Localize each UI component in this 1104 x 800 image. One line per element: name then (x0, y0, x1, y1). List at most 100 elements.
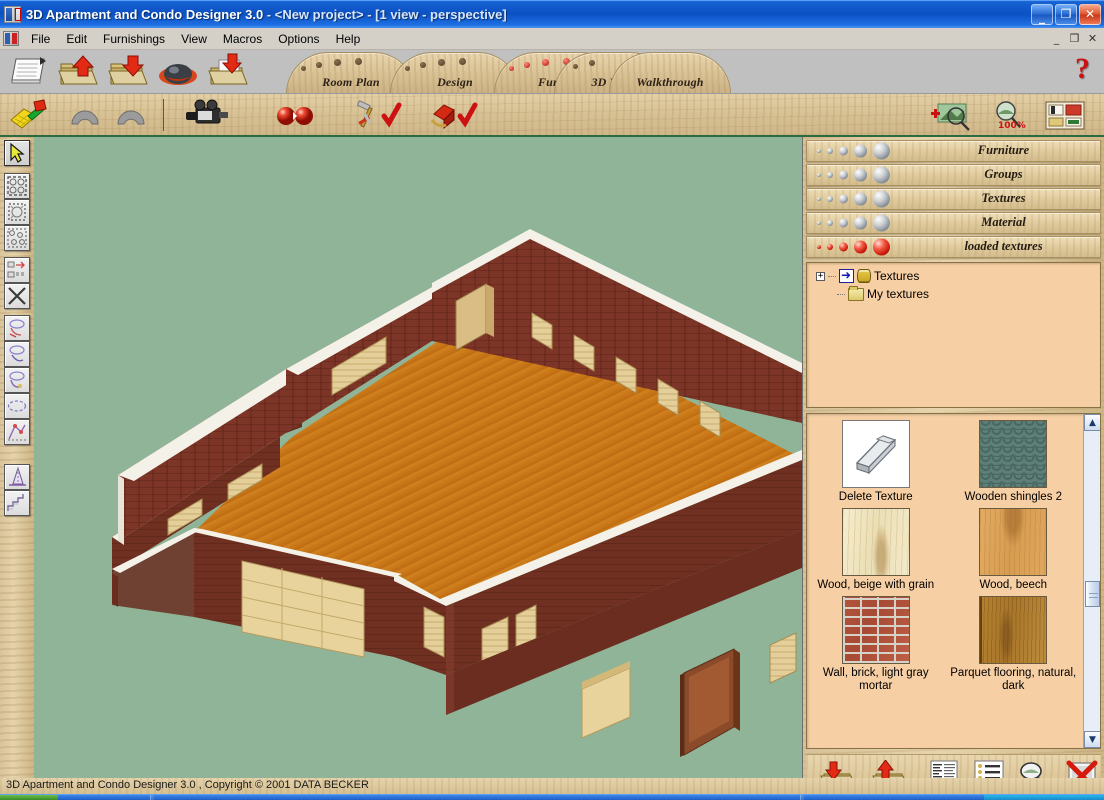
tree-connector (837, 293, 845, 295)
minimize-button[interactable]: _ (1031, 4, 1053, 25)
tree-node-textures[interactable]: + Textures (810, 267, 1097, 285)
zoom-100-icon[interactable]: 100% (986, 98, 1032, 132)
thumb-label: Wood, beige with grain (817, 579, 935, 591)
panel-header-label: Furniture (977, 143, 1030, 157)
taskbar-item-2[interactable] (800, 795, 804, 800)
mdi-restore-button[interactable]: ❐ (1066, 30, 1083, 46)
tool-select-arrow[interactable] (4, 140, 30, 166)
delete-texture-thumb (841, 420, 910, 488)
menu-view[interactable]: View (173, 30, 215, 48)
brick-thumb (841, 596, 910, 664)
bullet-1 (817, 173, 821, 177)
texture-grid: Delete Texture Wooden shingles 2 Wood, b… (807, 414, 1082, 748)
bullet-4 (854, 216, 867, 230)
bullet-5 (873, 214, 890, 232)
thumb-parquet-natural-dark[interactable]: Parquet flooring, natural, dark (945, 596, 1083, 695)
textures-vertical-scrollbar[interactable]: ▲ ▼ (1083, 414, 1100, 748)
tool-stairs[interactable] (4, 490, 30, 516)
window-title-main: 3D Apartment and Condo Designer 3.0 (26, 7, 264, 22)
viewport-3d[interactable] (34, 137, 803, 778)
tree-node-my-textures[interactable]: My textures (810, 285, 1097, 303)
redo-icon[interactable] (112, 98, 150, 132)
help-button[interactable]: ? (1075, 54, 1090, 84)
thumb-wood-beige-grain[interactable]: Wood, beige with grain (807, 508, 945, 594)
tab-dots (610, 61, 730, 75)
scroll-down-button[interactable]: ▼ (1084, 731, 1100, 748)
panel-header-textures[interactable]: Textures (806, 188, 1101, 210)
arrow-icon (839, 268, 854, 283)
edit-toolbar: 100% (0, 94, 1104, 137)
thumb-wall-brick-light-gray-mortar[interactable]: Wall, brick, light gray mortar (807, 596, 945, 695)
mdi-minimize-button[interactable]: _ (1048, 30, 1065, 46)
restore-button[interactable]: ❐ (1055, 4, 1077, 25)
bullet-3 (839, 170, 848, 180)
folder-icon (848, 285, 864, 301)
tool-rotate-z[interactable] (4, 367, 30, 393)
file-toolbar (6, 52, 250, 90)
panel-header-furniture[interactable]: Furniture (806, 140, 1101, 162)
bullet-1 (817, 197, 821, 201)
internet-icon[interactable] (156, 52, 200, 90)
mdi-app-icon[interactable] (3, 31, 19, 46)
import-icon[interactable] (206, 52, 250, 90)
new-floorplan-icon[interactable] (8, 98, 50, 132)
tool-scale[interactable] (4, 419, 30, 445)
zoom-region-icon[interactable] (930, 98, 976, 132)
thumb-label: Parquet flooring, natural, dark (950, 667, 1077, 692)
bullet-1 (817, 245, 821, 249)
taskbar[interactable] (0, 794, 1104, 800)
start-button[interactable] (0, 795, 58, 800)
tool-delete-x[interactable] (4, 283, 30, 309)
close-glyph: ✕ (1084, 6, 1096, 21)
tool-rotate-x[interactable] (4, 315, 30, 341)
panel-header-loaded-textures[interactable]: loaded textures (806, 236, 1101, 258)
restore-glyph: ❐ (1060, 6, 1072, 21)
menu-help[interactable]: Help (328, 30, 369, 48)
thumb-delete-texture[interactable]: Delete Texture (807, 420, 945, 506)
tool-copy-move[interactable] (4, 257, 30, 283)
tab-walkthrough[interactable]: Walkthrough (609, 52, 731, 93)
bullet-2 (827, 172, 833, 178)
panel-header-groups[interactable]: Groups (806, 164, 1101, 186)
tool-select-lasso[interactable] (4, 199, 30, 225)
database-icon (857, 269, 871, 283)
bullet-3 (839, 218, 848, 228)
undo-icon[interactable] (66, 98, 104, 132)
thumb-wood-beech[interactable]: Wood, beech (945, 508, 1083, 594)
taskbar-item-1[interactable] (150, 795, 154, 800)
tool-ellipse[interactable] (4, 393, 30, 419)
close-button[interactable]: ✕ (1079, 4, 1101, 25)
tool-measure[interactable] (4, 464, 30, 490)
tree-connector (828, 275, 836, 277)
tool-select-rectangle[interactable] (4, 173, 30, 199)
tools-check-icon[interactable] (352, 98, 404, 132)
tool-rotate-y[interactable] (4, 341, 30, 367)
menu-macros[interactable]: Macros (215, 30, 270, 48)
menu-options[interactable]: Options (270, 30, 327, 48)
thumb-wooden-shingles-2[interactable]: Wooden shingles 2 (945, 420, 1083, 506)
bullet-4 (854, 192, 867, 206)
catalog-icon[interactable] (1042, 98, 1088, 132)
scrollbar-thumb[interactable] (1085, 581, 1100, 607)
system-tray[interactable] (984, 795, 1104, 800)
texture-thumbnail-list[interactable]: Delete Texture Wooden shingles 2 Wood, b… (806, 413, 1101, 749)
menu-furnishings[interactable]: Furnishings (95, 30, 173, 48)
panel-header-material[interactable]: Material (806, 212, 1101, 234)
save-project-icon[interactable] (106, 52, 150, 90)
bullet-3 (839, 146, 848, 156)
tool-select-all[interactable] (4, 225, 30, 251)
material-check-icon[interactable] (428, 98, 480, 132)
texture-tree[interactable]: + Textures My textures (806, 262, 1101, 408)
bullet-1 (817, 221, 821, 225)
spheres-icon[interactable] (272, 98, 318, 132)
new-project-icon[interactable] (6, 52, 50, 90)
camera-icon[interactable] (182, 98, 234, 132)
open-project-icon[interactable] (56, 52, 100, 90)
menu-file[interactable]: File (23, 30, 58, 48)
menu-edit[interactable]: Edit (58, 30, 95, 48)
scroll-up-button[interactable]: ▲ (1084, 414, 1100, 431)
tree-expander-icon[interactable]: + (816, 271, 825, 281)
thumb-label: Wall, brick, light gray mortar (822, 667, 929, 692)
window-title-rest: - <New project> - [1 view - perspective] (263, 7, 507, 22)
mdi-close-button[interactable]: ✕ (1084, 30, 1101, 46)
